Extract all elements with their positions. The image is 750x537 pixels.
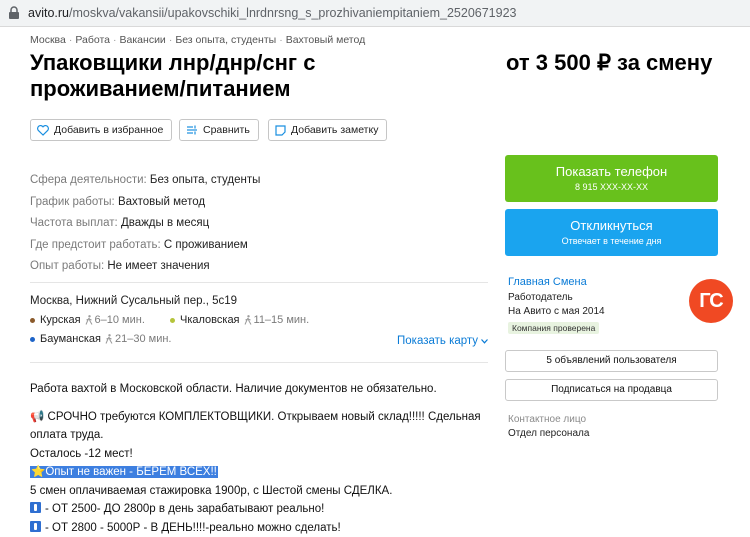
description-line: ⭐Опыт не важен - БЕРЕМ ВСЕХ!!: [30, 463, 490, 482]
seller-logo[interactable]: ГС: [689, 279, 733, 323]
highlighted-text: ⭐Опыт не важен - БЕРЕМ ВСЕХ!!: [30, 466, 218, 478]
lock-icon: [8, 6, 20, 20]
description-line: Осталось -12 мест!: [30, 445, 490, 464]
compare-button[interactable]: Сравнить: [179, 119, 259, 141]
breadcrumb-item[interactable]: Вакансии: [120, 34, 166, 46]
note-icon: [275, 125, 286, 136]
breadcrumb: Москва·Работа·Вакансии·Без опыта, студен…: [30, 34, 365, 46]
salary-price: от 3 500 ₽ за смену: [506, 50, 712, 76]
url-text[interactable]: avito.ru/moskva/vakansii/upakovschiki_ln…: [28, 6, 517, 20]
seller-role: Работодатель: [508, 292, 573, 303]
address: Москва, Нижний Сусальный пер., 5с19: [30, 295, 237, 307]
param-row: Сфера деятельности: Без опыта, студенты: [30, 170, 260, 192]
divider: [30, 282, 488, 283]
metro-station: Чкаловская 11–15 мин.: [170, 314, 309, 326]
param-row: График работы: Вахтовый метод: [30, 192, 260, 214]
breadcrumb-item[interactable]: Вахтовый метод: [286, 34, 366, 46]
description-line: - ОТ 2800 - 5000Р - В ДЕНЬ!!!!-реально м…: [30, 519, 490, 537]
chevron-down-icon: [481, 339, 488, 344]
metro-line-dot: [30, 337, 35, 342]
subscribe-seller-button[interactable]: Подписаться на продавца: [505, 379, 718, 401]
metro-line-dot: [170, 318, 175, 323]
metro-station: Курская 6–10 мин.: [30, 314, 145, 326]
description-line: 📢 СРОЧНО требуются КОМПЛЕКТОВЩИКИ. Откры…: [30, 408, 490, 445]
seller-ads-button[interactable]: 5 объявлений пользователя: [505, 350, 718, 372]
walk-icon: [85, 315, 93, 325]
show-phone-button[interactable]: Показать телефон 8 915 XXX-XX-XX: [505, 155, 718, 202]
breadcrumb-item[interactable]: Работа: [75, 34, 110, 46]
show-map-link[interactable]: Показать карту: [397, 335, 488, 347]
seller-name-link[interactable]: Главная Смена: [508, 276, 587, 288]
walk-icon: [105, 334, 113, 344]
verified-badge: Компания проверена: [508, 322, 599, 334]
walk-icon: [244, 315, 252, 325]
browser-address-bar[interactable]: avito.ru/moskva/vakansii/upakovschiki_ln…: [0, 0, 750, 27]
description-line: - ОТ 2500- ДО 2800р в день зарабатывают …: [30, 500, 490, 519]
breadcrumb-item[interactable]: Без опыта, студенты: [175, 34, 276, 46]
metro-line-dot: [30, 318, 35, 323]
seller-since: На Авито с мая 2014: [508, 306, 605, 317]
param-row: Частота выплат: Дважды в месяц: [30, 213, 260, 235]
info-icon: [30, 502, 41, 513]
divider: [30, 362, 488, 363]
contact-label: Контактное лицо: [508, 414, 586, 425]
description-line: Работа вахтой в Московской области. Нали…: [30, 380, 490, 399]
info-icon: [30, 521, 41, 532]
param-row: Опыт работы: Не имеет значения: [30, 256, 260, 278]
job-params: Сфера деятельности: Без опыта, студенты …: [30, 170, 260, 278]
description-line: 5 смен оплачиваемая стажировка 1900р, с …: [30, 482, 490, 501]
heart-icon: [37, 125, 49, 136]
add-note-button[interactable]: Добавить заметку: [268, 119, 387, 141]
contact-value: Отдел персонала: [508, 428, 589, 439]
metro-station: Бауманская 21–30 мин.: [30, 333, 171, 345]
page-title: Упаковщики лнр/днр/снг с проживанием/пит…: [30, 50, 430, 102]
add-to-favorites-button[interactable]: Добавить в избранное: [30, 119, 172, 141]
param-row: Где предстоит работать: С проживанием: [30, 235, 260, 257]
respond-button[interactable]: Откликнуться Отвечает в течение дня: [505, 209, 718, 256]
breadcrumb-item[interactable]: Москва: [30, 34, 66, 46]
description: Работа вахтой в Московской области. Нали…: [30, 380, 490, 537]
compare-icon: [186, 125, 198, 135]
